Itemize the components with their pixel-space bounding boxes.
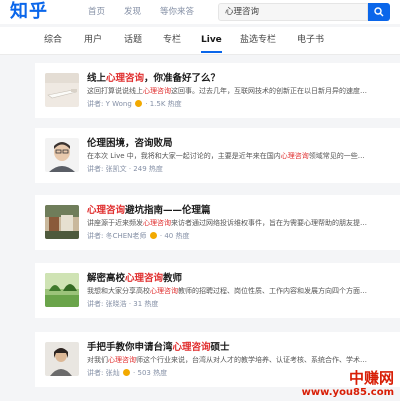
search-input[interactable]: 心理咨询 — [218, 3, 368, 21]
search-tabs: 综合 用户 话题 专栏 Live 盐选专栏 电子书 — [0, 27, 400, 55]
live-card[interactable]: 线上心理咨询，你准备好了么？ 这回打算说说线上心理咨询这回事。过去几年，互联网技… — [35, 63, 400, 118]
search-button[interactable] — [368, 3, 390, 21]
live-thumbnail — [45, 342, 79, 376]
live-description: 对我们心理咨询师这个行业来说，台湾从对人才的教学培养、认证考核、系统合作、学术… — [87, 356, 367, 364]
zhihu-logo[interactable]: 知乎 — [10, 0, 48, 24]
live-thumbnail — [45, 205, 79, 239]
live-description: 这回打算说说线上心理咨询这回事。过去几年，互联网技术的创新正在以日新月异的速度… — [87, 87, 367, 95]
nav-waiting-answers[interactable]: 等你来答 — [160, 0, 194, 24]
live-meta: 讲者: 冬CHEN老师 · 40 热度 — [87, 232, 190, 240]
tab-live[interactable]: Live — [201, 27, 222, 53]
live-title[interactable]: 解密高校心理咨询教师 — [87, 270, 182, 284]
live-description: 我想和大家分享高校心理咨询教师的招聘过程、岗位性质、工作内容和发展方向四个方面… — [87, 287, 367, 295]
search-input-value: 心理咨询 — [225, 7, 260, 17]
watermark-title: 中赚网 — [348, 369, 394, 387]
live-meta: 讲者: 张凯文 · 249 热度 — [87, 165, 163, 173]
search-icon — [374, 7, 384, 17]
live-title[interactable]: 手把手教你申请台湾心理咨询硕士 — [87, 339, 230, 353]
live-thumbnail — [45, 138, 79, 172]
tab-salt-columns[interactable]: 盐选专栏 — [240, 27, 276, 53]
site-watermark: 中赚网 www.you85.com — [302, 370, 394, 399]
live-title[interactable]: 线上心理咨询，你准备好了么？ — [87, 70, 220, 84]
top-bar: 知乎 首页 发现 等你来答 心理咨询 — [0, 0, 400, 24]
live-meta: 讲者: Y Wong · 1.5K 热度 — [87, 100, 182, 108]
nav-home[interactable]: 首页 — [88, 0, 105, 24]
live-meta: 讲者: 张灿 · 503 热度 — [87, 369, 168, 377]
verified-badge-icon — [135, 100, 142, 107]
live-card[interactable]: 伦理困境，咨询败局 在本次 Live 中，我将和大家一起讨论的，主要是近年来在国… — [35, 128, 400, 183]
live-title[interactable]: 心理咨询避坑指南——伦理篇 — [87, 202, 211, 216]
nav-explore[interactable]: 发现 — [124, 0, 141, 24]
live-description: 讲座源于近来频发心理咨询来访者通过网络投诉维权事件，旨在为需要心理帮助的朋友提… — [87, 219, 367, 227]
watermark-url: www.you85.com — [301, 387, 394, 398]
verified-badge-icon — [122, 369, 130, 376]
live-thumbnail — [45, 273, 79, 307]
tab-columns[interactable]: 专栏 — [163, 27, 181, 53]
live-card[interactable]: 心理咨询避坑指南——伦理篇 讲座源于近来频发心理咨询来访者通过网络投诉维权事件，… — [35, 195, 400, 250]
tab-users[interactable]: 用户 — [84, 27, 102, 53]
live-card[interactable]: 解密高校心理咨询教师 我想和大家分享高校心理咨询教师的招聘过程、岗位性质、工作内… — [35, 263, 400, 318]
tab-ebooks[interactable]: 电子书 — [297, 27, 324, 53]
live-title[interactable]: 伦理困境，咨询败局 — [87, 135, 173, 149]
tab-all[interactable]: 综合 — [44, 27, 62, 53]
live-meta: 讲者: 张晓浩 · 31 热度 — [87, 300, 159, 308]
live-thumbnail — [45, 73, 79, 107]
verified-badge-icon — [149, 232, 157, 239]
tab-topics[interactable]: 话题 — [124, 27, 142, 53]
live-description: 在本次 Live 中，我将和大家一起讨论的，主要是近年来在国内心理咨询领域常见的… — [87, 152, 365, 160]
